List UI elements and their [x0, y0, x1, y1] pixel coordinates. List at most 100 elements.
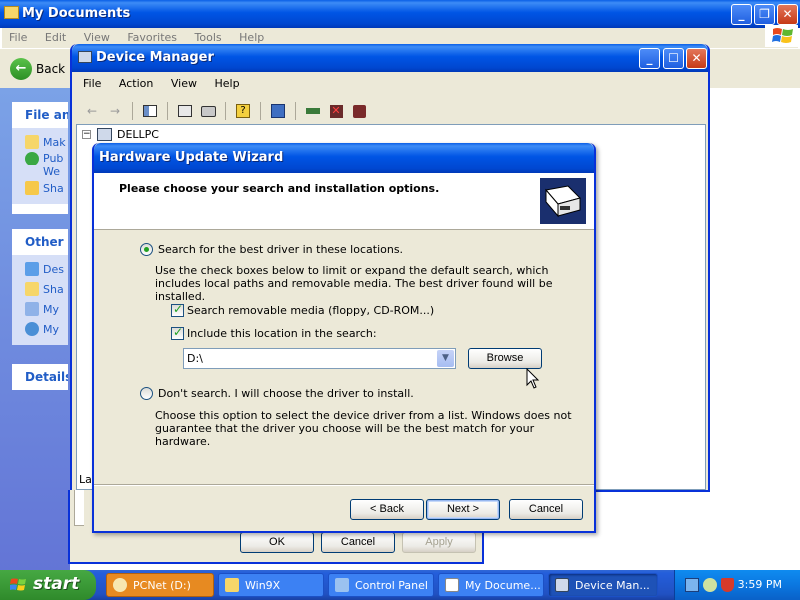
cancel-button[interactable]: Cancel — [321, 532, 395, 553]
print-icon[interactable] — [198, 101, 218, 121]
close-button[interactable]: ✕ — [686, 48, 707, 69]
uninstall-icon[interactable]: ✕ — [326, 101, 346, 121]
folder-icon — [4, 6, 19, 19]
include-location-label[interactable]: Include this location in the search: — [187, 327, 377, 340]
search-best-driver-radio[interactable] — [140, 243, 153, 256]
back-button-label[interactable]: Back — [36, 62, 65, 76]
task-my-documents[interactable]: My Docume... — [438, 573, 544, 597]
task-win9x[interactable]: Win9X — [218, 573, 324, 597]
hardware-wizard-icon — [538, 176, 588, 226]
window-title: My Documents — [22, 6, 131, 21]
my-computer-icon — [25, 302, 39, 316]
file-folder-tasks-panel: File and Mak Pub We Sha — [12, 102, 68, 214]
location-combo[interactable]: D:\ ▼ — [183, 348, 456, 369]
other-places-panel: Other P Des Sha My My — [12, 229, 68, 345]
maximize-button[interactable]: ☐ — [663, 48, 684, 69]
maximize-button[interactable]: ❐ — [754, 4, 775, 25]
menu-view[interactable]: View — [164, 74, 204, 93]
network-drive-icon — [113, 578, 127, 592]
mouse-cursor-icon — [526, 368, 540, 389]
tray-volume-icon[interactable] — [703, 578, 717, 592]
wizard-titlebar[interactable]: Hardware Update Wizard — [94, 143, 594, 173]
next-button[interactable]: Next > — [426, 499, 500, 520]
my-network-icon — [25, 322, 39, 336]
windows-logo-icon — [765, 25, 798, 47]
task-control-panel[interactable]: Control Panel — [328, 573, 434, 597]
dont-search-radio[interactable] — [140, 387, 153, 400]
my-documents-titlebar[interactable]: My Documents _ ❐ ✕ — [0, 0, 800, 28]
wizard-header: Please choose your search and installati… — [94, 173, 594, 230]
menu-action[interactable]: Action — [112, 74, 160, 93]
task-link[interactable]: Sha — [25, 178, 68, 198]
disable-icon[interactable] — [349, 101, 369, 121]
start-button[interactable]: start — [0, 570, 96, 600]
close-button[interactable]: ✕ — [777, 4, 798, 25]
place-link[interactable]: Sha — [25, 279, 68, 299]
task-pane: File and Mak Pub We Sha Other P Des Sha … — [0, 88, 70, 570]
minimize-button[interactable]: _ — [731, 4, 752, 25]
ok-button[interactable]: OK — [240, 532, 314, 553]
minimize-button[interactable]: _ — [639, 48, 660, 69]
panel-header[interactable]: Other P — [12, 229, 68, 255]
share-folder-icon — [25, 181, 39, 195]
apply-button[interactable]: Apply — [402, 532, 476, 553]
device-manager-titlebar[interactable]: Device Manager _ ☐ ✕ — [72, 44, 708, 72]
computer-icon — [78, 51, 92, 63]
back-icon[interactable]: ← — [82, 101, 102, 121]
properties-icon[interactable] — [175, 101, 195, 121]
place-link[interactable]: My — [25, 319, 68, 339]
tree-expander[interactable]: − — [82, 130, 91, 139]
update-driver-icon[interactable] — [303, 101, 323, 121]
menu-help[interactable]: Help — [207, 74, 246, 93]
start-label: start — [33, 574, 80, 594]
include-location-checkbox[interactable] — [171, 325, 184, 340]
menu-edit[interactable]: Edit — [38, 28, 73, 47]
task-link[interactable]: Pub — [25, 152, 68, 165]
wizard-title: Hardware Update Wizard — [99, 150, 284, 165]
shared-folder-icon — [25, 282, 39, 296]
control-panel-icon — [335, 578, 349, 592]
divider — [94, 484, 594, 486]
task-link[interactable]: We — [25, 165, 68, 178]
tray-network-icon[interactable] — [685, 578, 699, 592]
menu-file[interactable]: File — [76, 74, 108, 93]
place-link[interactable]: My — [25, 299, 68, 319]
back-button[interactable]: < Back — [350, 499, 424, 520]
desktop-icon — [25, 262, 39, 276]
place-link[interactable]: Des — [25, 259, 68, 279]
tree-root-label[interactable]: DELLPC — [117, 128, 159, 141]
folder-icon — [225, 578, 239, 592]
clock[interactable]: 3:59 PM — [738, 578, 782, 591]
menu-bar: File Action View Help — [76, 74, 706, 94]
chevron-down-icon[interactable]: ▼ — [437, 350, 454, 367]
cancel-button[interactable]: Cancel — [509, 499, 583, 520]
menu-file[interactable]: File — [2, 28, 34, 47]
taskbar: start PCNet (D:) Win9X Control Panel My … — [0, 570, 800, 600]
help-icon[interactable]: ? — [233, 101, 253, 121]
tray-security-icon[interactable] — [721, 578, 734, 592]
new-folder-icon — [25, 135, 39, 149]
show-hide-tree-icon[interactable] — [140, 101, 160, 121]
toolbar: ← → ? ✕ — [76, 98, 704, 124]
forward-icon[interactable]: → — [105, 101, 125, 121]
search-removable-media-label[interactable]: Search removable media (floppy, CD-ROM..… — [187, 304, 434, 317]
window-title: Device Manager — [96, 50, 214, 65]
panel-header[interactable]: File and — [12, 102, 68, 128]
windows-flag-icon — [10, 578, 26, 591]
panel-header[interactable]: Details — [12, 364, 68, 390]
search-removable-media-checkbox[interactable] — [171, 302, 184, 317]
task-pcnet[interactable]: PCNet (D:) — [106, 573, 214, 597]
hardware-update-wizard: Hardware Update Wizard Please choose you… — [92, 143, 596, 533]
scan-hardware-icon[interactable] — [268, 101, 288, 121]
task-device-manager[interactable]: Device Man... — [548, 573, 658, 597]
system-tray: 3:59 PM — [674, 570, 800, 600]
task-link[interactable]: Mak — [25, 132, 68, 152]
search-best-driver-label[interactable]: Search for the best driver in these loca… — [158, 243, 403, 256]
dont-search-description: Choose this option to select the device … — [155, 409, 572, 448]
back-arrow-icon[interactable]: ← — [10, 58, 32, 80]
browse-button[interactable]: Browse — [468, 348, 542, 369]
dont-search-label[interactable]: Don't search. I will choose the driver t… — [158, 387, 414, 400]
location-value: D:\ — [187, 352, 203, 365]
wizard-heading: Please choose your search and installati… — [119, 182, 440, 195]
search-option-description: Use the check boxes below to limit or ex… — [155, 264, 553, 303]
